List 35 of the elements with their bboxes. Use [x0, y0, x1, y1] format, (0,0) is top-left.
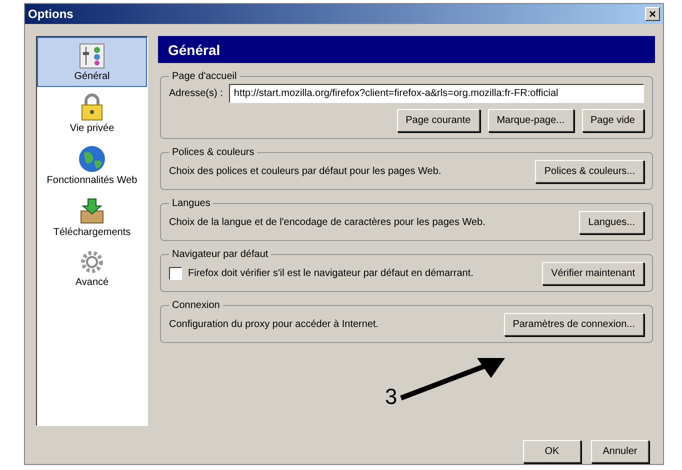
option-button[interactable]: Marque-page...: [488, 109, 574, 132]
option-button[interactable]: Page vide: [582, 109, 644, 132]
window-title: Options: [28, 7, 74, 21]
group-title: Langues: [171, 198, 212, 209]
sidebar-item[interactable]: Fonctionnalités Web: [37, 139, 147, 191]
description-text: Choix de la langue et de l'encodage de caractères pour les pages Web.: [169, 217, 486, 228]
option-button[interactable]: Page courante: [396, 109, 480, 132]
address-field[interactable]: http://start.mozilla.org/firefox?client=firefox-a&rls=org.mozilla:fr-FR:official: [228, 84, 644, 103]
gear-icon: [79, 249, 105, 275]
description-text: Configuration du proxy pour accéder à Internet.: [169, 319, 379, 330]
download-box-icon: [78, 197, 106, 225]
group-title: Navigateur par défaut: [171, 249, 270, 260]
option-button[interactable]: Paramètres de connexion...: [504, 313, 644, 336]
group-title: Polices & couleurs: [171, 147, 256, 158]
checkbox-label: Firefox doit vérifier s'il est le navigateur par défaut en démarrant.: [188, 268, 474, 279]
close-button[interactable]: ×: [645, 7, 660, 21]
option-button[interactable]: Vérifier maintenant: [542, 262, 644, 285]
sidebar-item[interactable]: Général: [37, 37, 147, 87]
checkbox[interactable]: [169, 267, 182, 280]
description-text: Choix des polices et couleurs par défaut pour les pages Web.: [169, 166, 442, 177]
sidebar-item[interactable]: Vie privée: [37, 87, 147, 139]
option-button[interactable]: Langues...: [579, 211, 644, 234]
sidebar-item[interactable]: Téléchargements: [37, 191, 147, 243]
globe-icon: [78, 145, 106, 173]
sidebar-item[interactable]: Avancé: [37, 243, 147, 293]
padlock-icon: [80, 93, 104, 121]
group-title: Page d'accueil: [171, 71, 238, 82]
option-button[interactable]: Polices & couleurs...: [535, 160, 644, 183]
annotation-number: 3: [385, 386, 398, 408]
group-title: Connexion: [171, 300, 221, 311]
section-header: Général: [158, 36, 655, 63]
settings-panel-icon: [79, 43, 105, 69]
field-label: Adresse(s) :: [169, 88, 223, 99]
dialog-button[interactable]: Annuler: [591, 440, 649, 463]
dialog-button[interactable]: OK: [523, 440, 581, 463]
